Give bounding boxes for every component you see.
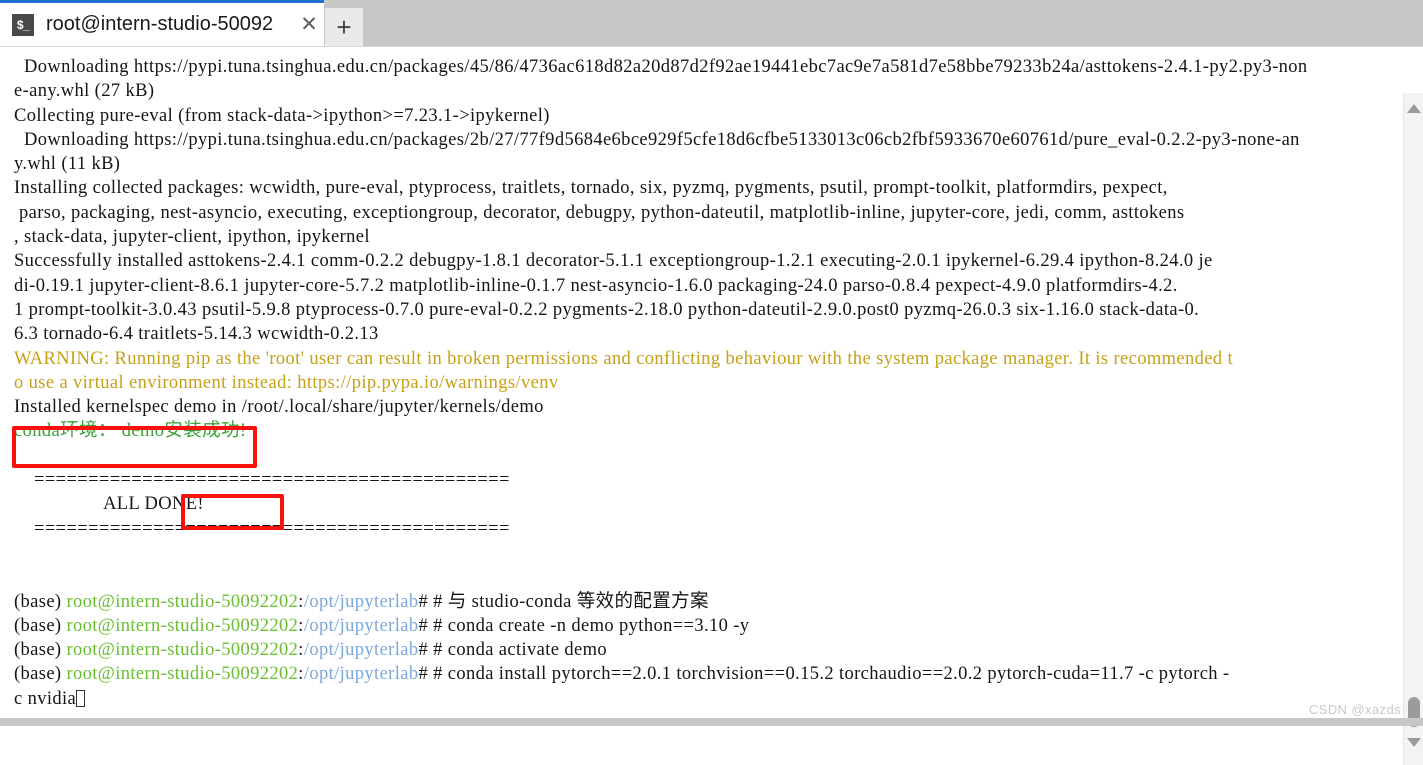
- prompt-base: (base): [14, 640, 67, 661]
- scroll-up-arrow-icon[interactable]: [1404, 99, 1423, 117]
- command-wrap-line: c nvidia: [14, 687, 1386, 711]
- text-cursor: [76, 689, 86, 707]
- prompt-base: (base): [14, 615, 67, 636]
- separator-line-bottom: ========================================…: [14, 518, 510, 539]
- close-icon[interactable]: ✕: [294, 14, 324, 35]
- terminal-output[interactable]: Downloading https://pypi.tuna.tsinghua.e…: [0, 47, 1386, 719]
- prompt-user-host: root@intern-studio-50092202: [66, 591, 299, 612]
- output-line: Downloading https://pypi.tuna.tsinghua.e…: [14, 57, 1308, 77]
- command-text: # conda activate demo: [433, 640, 607, 661]
- tabbar-right-gutter: [1403, 0, 1423, 46]
- terminal-tab[interactable]: $_ root@intern-studio-50092 ✕: [0, 3, 324, 46]
- output-line: Downloading https://pypi.tuna.tsinghua.e…: [14, 129, 1300, 150]
- command-text: # conda create -n demo python==3.10 -y: [433, 615, 750, 636]
- window-bottom-strip: [0, 718, 1423, 726]
- output-line: di-0.19.1 jupyter-client-8.6.1 jupyter-c…: [14, 275, 1178, 296]
- prompt-path: /opt/jupyterlab: [303, 591, 419, 612]
- prompt-path: /opt/jupyterlab: [303, 640, 419, 661]
- command-text: # conda install pytorch==2.0.1 torchvisi…: [433, 664, 1230, 685]
- scroll-down-arrow-icon[interactable]: [1404, 733, 1423, 751]
- prompt-line: (base) root@intern-studio-50092202:/opt/…: [14, 590, 1386, 614]
- prompt-hash: #: [418, 664, 434, 685]
- output-line: e-any.whl (27 kB): [14, 81, 155, 102]
- prompt-path: /opt/jupyterlab: [303, 664, 419, 685]
- output-line: y.whl (11 kB): [14, 154, 121, 175]
- prompt-path: /opt/jupyterlab: [303, 615, 419, 636]
- prompt-hash: #: [418, 615, 434, 636]
- new-tab-button[interactable]: +: [325, 8, 363, 46]
- output-line: 1 prompt-toolkit-3.0.43 psutil-5.9.8 pty…: [14, 299, 1200, 320]
- tab-title: root@intern-studio-50092: [46, 13, 274, 35]
- watermark: CSDN @xazds: [1308, 702, 1401, 717]
- terminal-prompt-icon: $_: [12, 13, 34, 36]
- vertical-scrollbar[interactable]: [1403, 93, 1423, 765]
- prompt-base: (base): [14, 591, 67, 612]
- prompt-user-host: root@intern-studio-50092202: [66, 664, 299, 685]
- output-line: , stack-data, jupyter-client, ipython, i…: [14, 227, 370, 248]
- prompt-user-host: root@intern-studio-50092202: [66, 640, 299, 661]
- command-text: # 与 studio-conda 等效的配置方案: [433, 591, 709, 612]
- kernelspec-line: Installed kernelspec demo in /root/.loca…: [14, 397, 544, 418]
- prompt-base: (base): [14, 664, 67, 685]
- prompt-hash: #: [418, 640, 434, 661]
- all-done-line: ALL DONE!: [14, 494, 204, 515]
- output-line: parso, packaging, nest-asyncio, executin…: [14, 202, 1185, 223]
- prompt-line: (base) root@intern-studio-50092202:/opt/…: [14, 638, 1386, 662]
- output-line: Installing collected packages: wcwidth, …: [14, 178, 1168, 199]
- warning-line: WARNING: Running pip as the 'root' user …: [14, 348, 1233, 369]
- separator-line-top: ========================================…: [14, 470, 510, 491]
- prompt-line: (base) root@intern-studio-50092202:/opt/…: [14, 614, 1386, 638]
- terminal-frame: Downloading https://pypi.tuna.tsinghua.e…: [0, 46, 1423, 765]
- output-line: Successfully installed asttokens-2.4.1 c…: [14, 251, 1213, 272]
- prompt-user-host: root@intern-studio-50092202: [66, 615, 299, 636]
- prompt-hash: #: [418, 591, 434, 612]
- output-line: 6.3 tornado-6.4 traitlets-5.14.3 wcwidth…: [14, 324, 379, 345]
- tab-bar: $_ root@intern-studio-50092 ✕ +: [0, 0, 1423, 46]
- prompt-line: (base) root@intern-studio-50092202:/opt/…: [14, 662, 1386, 686]
- warning-line: o use a virtual environment instead: htt…: [14, 372, 559, 393]
- conda-success-message: conda环境： demo安装成功!: [14, 421, 247, 442]
- output-line: Collecting pure-eval (from stack-data->i…: [14, 105, 550, 126]
- command-text-wrapped: c nvidia: [14, 688, 77, 709]
